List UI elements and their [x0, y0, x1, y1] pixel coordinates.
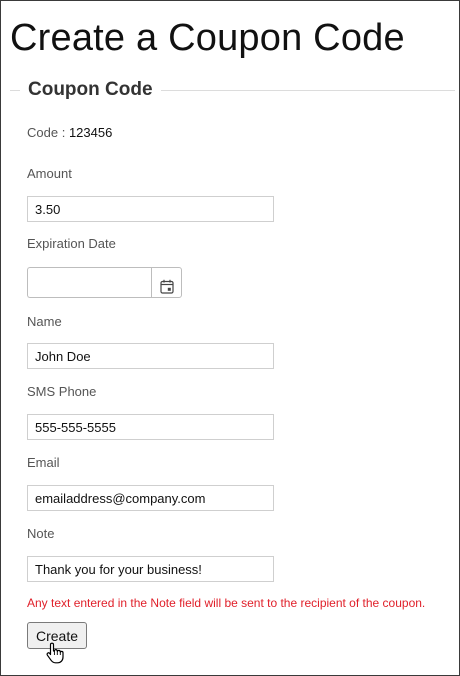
sms-phone-input[interactable]	[27, 414, 274, 440]
expiration-date-picker	[27, 267, 182, 298]
note-input[interactable]	[27, 556, 274, 582]
amount-input[interactable]	[27, 196, 274, 222]
note-warning-text: Any text entered in the Note field will …	[27, 596, 426, 610]
fieldset-legend: Coupon Code	[20, 78, 161, 102]
name-label: Name	[27, 314, 62, 329]
calendar-icon	[152, 279, 181, 294]
sms-phone-label: SMS Phone	[27, 384, 97, 399]
create-button[interactable]: Create	[27, 622, 87, 649]
name-input[interactable]	[27, 343, 274, 369]
code-display: Code : 123456	[27, 125, 112, 141]
expiration-date-label: Expiration Date	[27, 236, 116, 251]
page-title: Create a Coupon Code	[10, 17, 405, 59]
date-picker-button[interactable]	[151, 267, 182, 298]
expiration-date-input[interactable]	[27, 267, 152, 298]
note-label: Note	[27, 526, 55, 541]
code-value: 123456	[68, 125, 113, 140]
amount-label: Amount	[27, 166, 72, 181]
page-frame: Create a Coupon Code Coupon Code Code : …	[0, 0, 460, 676]
email-label: Email	[27, 455, 60, 470]
code-label: Code :	[27, 125, 66, 140]
email-input[interactable]	[27, 485, 274, 511]
